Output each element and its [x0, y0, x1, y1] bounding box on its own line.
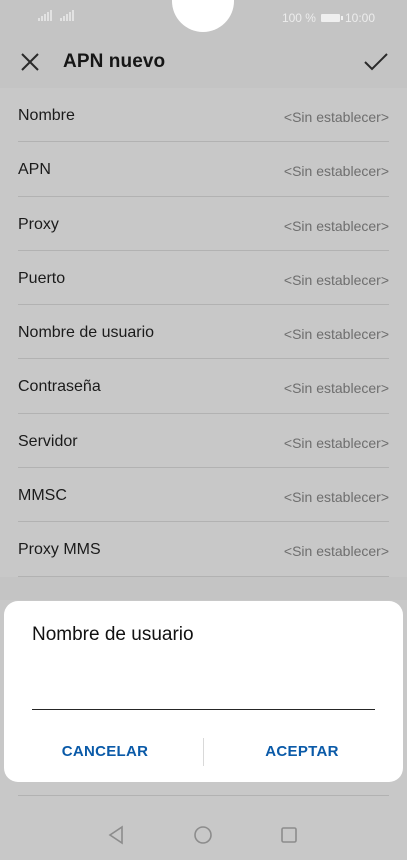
check-icon: [364, 53, 388, 71]
row-value: <Sin establecer>: [283, 543, 389, 560]
row-value: <Sin establecer>: [283, 489, 389, 506]
list-item-proxy-mms[interactable]: Proxy MMS <Sin establecer>: [0, 522, 407, 577]
row-label: Nombre de usuario: [18, 324, 155, 342]
row-label: Contraseña: [18, 378, 101, 396]
signal-strength-icon: [38, 10, 52, 21]
row-value: <Sin establecer>: [283, 109, 389, 125]
row-value: <Sin establecer>: [283, 163, 389, 180]
row-label: Nombre: [18, 107, 75, 124]
dialog-title: Nombre de usuario: [32, 624, 194, 645]
row-label: Proxy: [18, 215, 59, 233]
back-triangle-icon: [108, 825, 123, 845]
list-item-mmsc[interactable]: MMSC <Sin establecer>: [0, 468, 407, 523]
cancel-button[interactable]: CANCELAR: [4, 733, 206, 769]
page-title: APN nuevo: [63, 51, 166, 72]
row-value: <Sin establecer>: [283, 380, 389, 397]
clock: 10:00: [344, 11, 375, 25]
row-label: Servidor: [18, 432, 78, 450]
camera-notch: [172, 0, 234, 32]
row-value: <Sin establecer>: [283, 434, 389, 451]
row-label: Proxy MMS: [18, 541, 101, 559]
recent-square-icon: [281, 827, 297, 843]
row-label: APN: [18, 161, 51, 179]
apn-settings-list: Nombre <Sin establecer> APN <Sin estable…: [0, 88, 407, 577]
list-item-nombre[interactable]: Nombre <Sin establecer>: [0, 88, 407, 143]
home-circle-icon: [194, 826, 212, 844]
nav-recent-button[interactable]: [275, 822, 303, 848]
battery-icon: [320, 14, 343, 22]
row-value: <Sin establecer>: [283, 271, 389, 288]
divider: [18, 795, 389, 796]
list-item-contrasena[interactable]: Contraseña <Sin establecer>: [0, 359, 407, 415]
close-button[interactable]: [14, 48, 46, 76]
close-icon: [21, 53, 39, 71]
confirm-button[interactable]: [359, 48, 393, 76]
list-item-nombre-de-usuario[interactable]: Nombre de usuario <Sin establecer>: [0, 305, 407, 360]
nav-back-button[interactable]: [103, 822, 131, 848]
row-value: <Sin establecer>: [283, 217, 389, 234]
status-bar: 100 % 10:00: [0, 0, 407, 36]
row-label: Puerto: [18, 269, 66, 287]
list-item-proxy[interactable]: Proxy <Sin establecer>: [0, 197, 407, 252]
navigation-bar: [0, 810, 407, 860]
username-input[interactable]: [32, 661, 375, 710]
list-item-apn[interactable]: APN <Sin establecer>: [0, 142, 407, 197]
list-item-servidor[interactable]: Servidor <Sin establecer>: [0, 414, 407, 469]
username-dialog: Nombre de usuario CANCELAR ACEPTAR: [4, 601, 403, 782]
battery-percent: 100 %: [281, 11, 316, 25]
dialog-actions: CANCELAR ACEPTAR: [4, 723, 403, 779]
row-label: MMSC: [18, 487, 67, 505]
row-value: <Sin establecer>: [283, 326, 389, 343]
accept-button[interactable]: ACEPTAR: [202, 733, 402, 769]
app-bar: APN nuevo: [0, 36, 407, 88]
signal-strength-icon: [60, 10, 74, 21]
nav-home-button[interactable]: [189, 822, 217, 848]
signal-indicators: [38, 10, 74, 21]
list-item-puerto[interactable]: Puerto <Sin establecer>: [0, 251, 407, 306]
status-right: 100 % 10:00: [282, 11, 375, 25]
